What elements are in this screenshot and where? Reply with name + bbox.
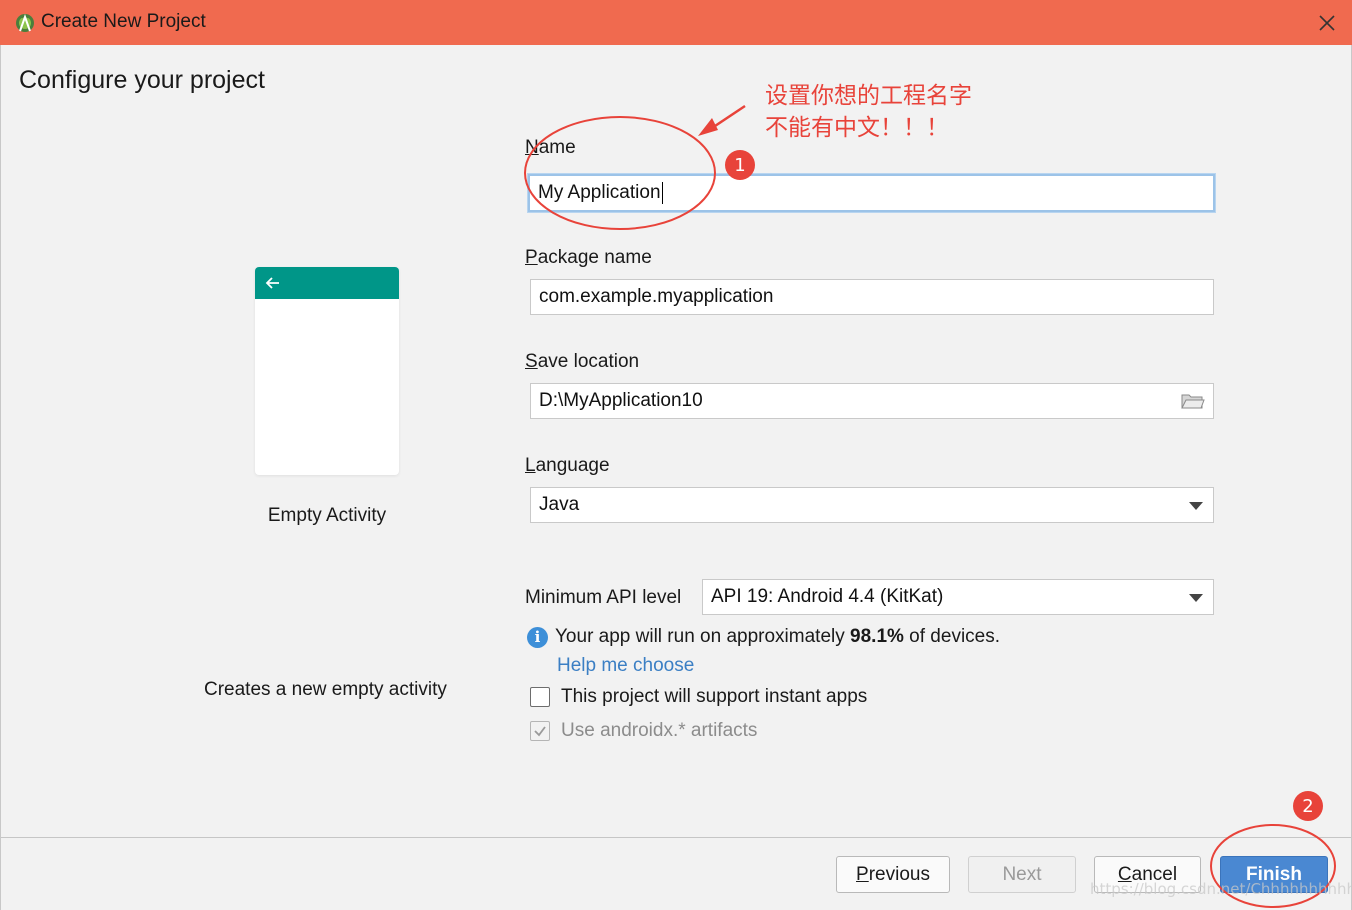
annotation-text-line1: 设置你想的工程名字 (765, 83, 972, 109)
androidx-label: Use androidx.* artifacts (561, 720, 758, 741)
close-button[interactable] (1312, 8, 1342, 38)
text-caret (661, 182, 663, 204)
instant-apps-option[interactable]: This project will support instant apps (530, 686, 867, 708)
watermark: https://blog.csdn.net/Chhhhhhhhhhh (1090, 880, 1352, 898)
window-border-left (0, 45, 1, 910)
info-text-prefix: Your app will run on approximately (555, 626, 851, 647)
language-label-rest: anguage (535, 455, 610, 476)
save-location-label-rest: ave location (537, 351, 640, 372)
save-location-input[interactable]: D:\MyApplication10 (530, 383, 1214, 419)
min-api-select[interactable]: API 19: Android 4.4 (KitKat) (702, 579, 1214, 615)
name-input[interactable]: My Application (528, 174, 1215, 212)
close-icon (1319, 15, 1335, 31)
chevron-down-icon (1189, 594, 1203, 602)
annotation-circle-name (524, 116, 716, 230)
arrow-left-icon (265, 277, 279, 289)
save-location-value: D:\MyApplication10 (539, 390, 703, 411)
title-bar: Create New Project (0, 0, 1352, 45)
previous-button[interactable]: Previous (836, 856, 950, 893)
annotation-text-line2: 不能有中文！！！ (765, 115, 949, 141)
previous-mnemonic: P (856, 863, 869, 885)
window-title: Create New Project (41, 11, 206, 32)
folder-icon[interactable] (1181, 391, 1205, 411)
help-me-choose-link[interactable]: Help me choose (557, 655, 694, 677)
template-preview (255, 267, 399, 475)
min-api-selected-value: API 19: Android 4.4 (KitKat) (711, 586, 944, 607)
info-icon: i (527, 626, 548, 648)
page-title: Configure your project (19, 66, 265, 94)
annotation-badge-2: 2 (1293, 791, 1323, 821)
language-label-mnemonic: L (525, 455, 536, 476)
language-select[interactable]: Java (530, 487, 1214, 523)
name-label: Name (525, 137, 576, 159)
android-studio-icon (16, 14, 34, 32)
template-description: Creates a new empty activity (204, 679, 447, 700)
min-api-label: Minimum API level (525, 587, 682, 608)
chevron-down-icon (1189, 502, 1203, 510)
next-button: Next (968, 856, 1076, 893)
androidx-checkbox (530, 721, 550, 741)
checkmark-icon (534, 726, 546, 737)
name-label-mnemonic: N (525, 137, 539, 158)
package-name-value: com.example.myapplication (539, 286, 774, 307)
name-input-value: My Application (538, 182, 661, 203)
name-label-rest: ame (538, 137, 576, 158)
previous-label-rest: revious (868, 863, 930, 885)
instant-apps-checkbox[interactable] (530, 687, 550, 707)
template-name: Empty Activity (267, 505, 387, 526)
package-label-mnemonic: P (525, 247, 538, 268)
annotation-overlay (524, 104, 1336, 908)
info-percent: 98.1% (850, 626, 904, 647)
template-toolbar (255, 267, 399, 299)
package-label: Package name (525, 247, 652, 269)
package-label-rest: ackage name (537, 247, 652, 268)
language-label: Language (525, 455, 610, 477)
package-name-input[interactable]: com.example.myapplication (530, 279, 1214, 315)
save-location-label-mnemonic: S (525, 351, 538, 372)
api-coverage-info: i Your app will run on approximately 98.… (527, 626, 1000, 648)
annotation-arrow-line (705, 104, 746, 134)
instant-apps-label: This project will support instant apps (561, 686, 868, 707)
info-text-suffix: of devices. (903, 626, 1001, 647)
annotation-arrow-head (698, 118, 718, 136)
footer-divider (1, 837, 1351, 838)
language-selected-value: Java (539, 494, 580, 515)
save-location-label: Save location (525, 351, 639, 373)
androidx-option: Use androidx.* artifacts (530, 720, 757, 742)
annotation-badge-1: 1 (725, 150, 755, 180)
